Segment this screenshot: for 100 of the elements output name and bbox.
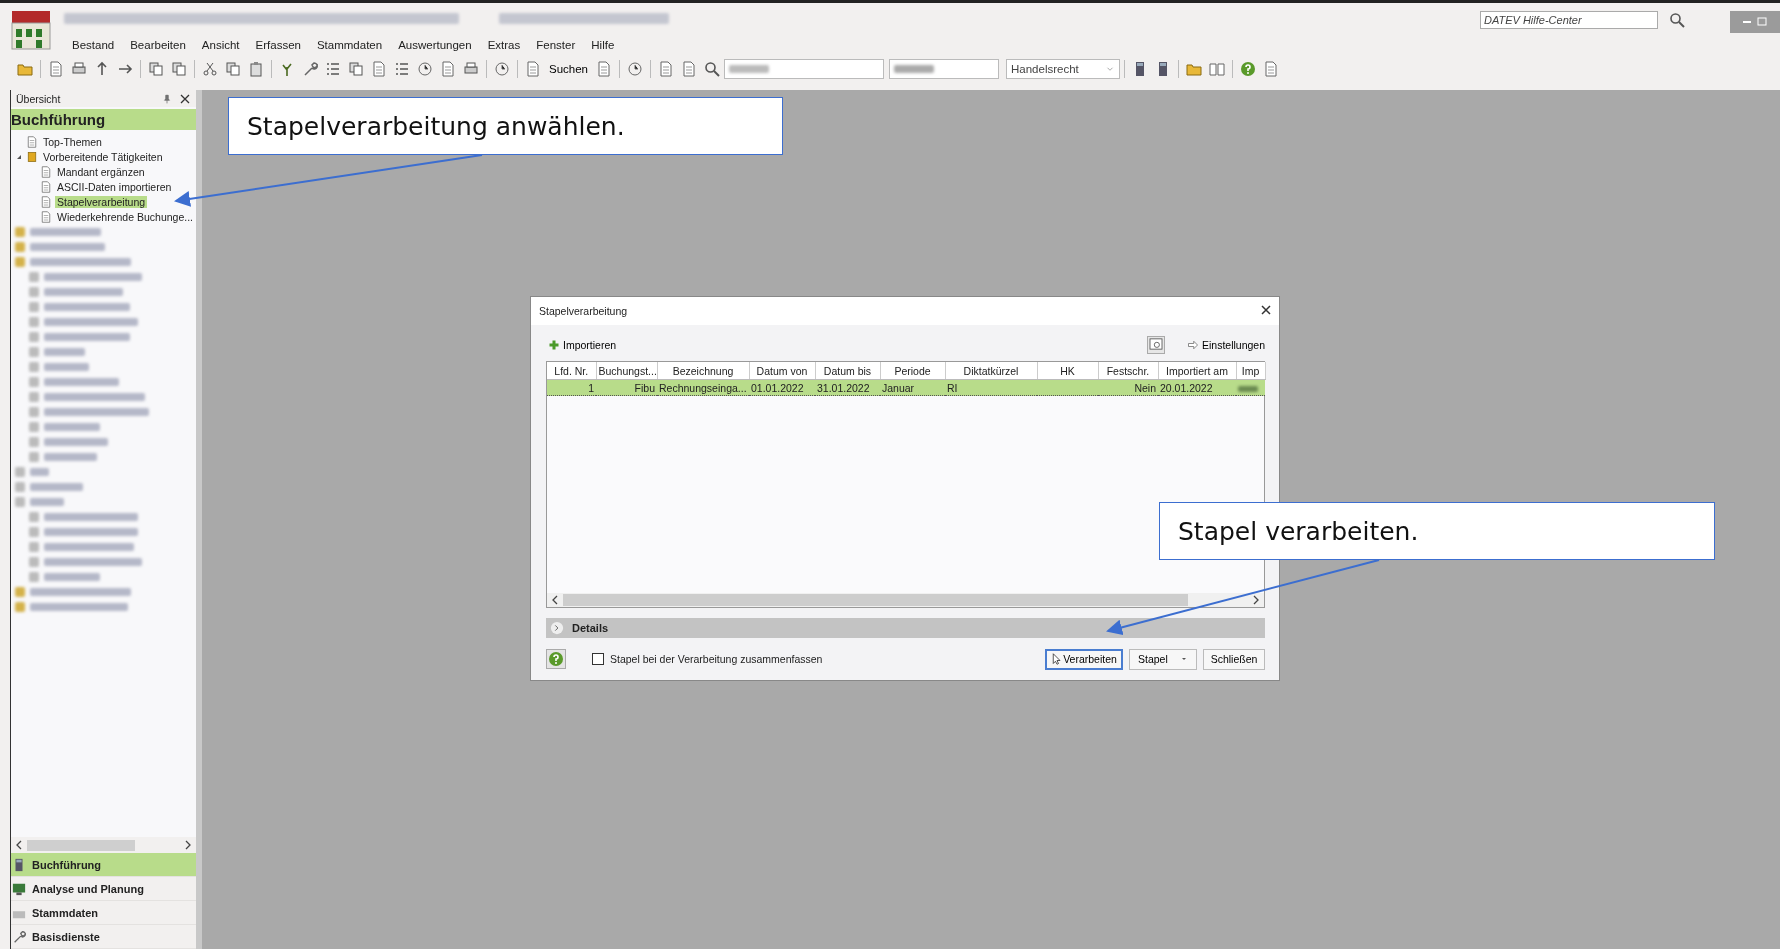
section-title: Buchführung — [11, 109, 196, 130]
menu-item[interactable]: Extras — [479, 37, 529, 53]
tree-item[interactable]: Stapelverarbeitung — [55, 195, 148, 208]
document-icon — [26, 135, 38, 148]
chevron-right-icon[interactable] — [550, 621, 564, 635]
details-label: Details — [572, 622, 609, 634]
blurred-text — [729, 65, 769, 73]
copy-icon[interactable] — [223, 59, 243, 79]
column-header[interactable]: HK — [1037, 362, 1098, 380]
clock-icon[interactable] — [625, 59, 645, 79]
blurred-text — [29, 331, 39, 342]
blurred-text — [30, 497, 64, 506]
navigation-item[interactable]: Analyse und Planung — [11, 877, 196, 901]
column-header[interactable]: Importiert am — [1158, 362, 1236, 380]
help-icon[interactable] — [1238, 59, 1258, 79]
blurred-text — [29, 316, 39, 327]
search-button[interactable] — [1667, 10, 1687, 30]
tree-item[interactable]: Mandant ergänzen — [55, 165, 147, 178]
dialog-button[interactable]: Verarbeiten — [1045, 648, 1123, 670]
menu-item[interactable]: Hilfe — [583, 37, 623, 53]
blurred-text — [29, 301, 39, 312]
dialog-button[interactable]: Stapel — [1129, 648, 1197, 670]
accounting-law-dropdown[interactable]: Handelsrecht — [1006, 59, 1120, 79]
blurred-text — [15, 586, 25, 597]
menu-item[interactable]: Ansicht — [193, 37, 248, 53]
table-cell: 31.01.2022 — [817, 381, 870, 394]
document-icon — [40, 210, 52, 223]
copy-icon[interactable] — [146, 59, 166, 79]
preview-button[interactable] — [1146, 336, 1165, 354]
scroll-right-button[interactable] — [184, 840, 192, 850]
menu-item[interactable]: Stammdaten — [308, 37, 391, 53]
document-icon — [40, 165, 52, 178]
navigation-item[interactable]: Basisdienste — [11, 925, 196, 949]
blurred-text — [29, 346, 39, 357]
blurred-text — [29, 571, 39, 582]
help-button[interactable] — [546, 649, 566, 669]
menu-item[interactable]: Auswertungen — [390, 37, 480, 53]
menu-item[interactable]: Bestand — [64, 37, 123, 53]
blurred-text — [29, 271, 39, 282]
scroll-right-button[interactable] — [1252, 595, 1260, 605]
column-header[interactable]: Datum von — [749, 362, 815, 380]
search-icon[interactable] — [702, 59, 722, 79]
blurred-text — [15, 226, 25, 237]
copy-icon[interactable] — [169, 59, 189, 79]
folder-icon — [26, 150, 38, 163]
copy-icon[interactable] — [346, 59, 366, 79]
scrollbar-thumb[interactable] — [27, 839, 135, 851]
table-cell: Nein — [1134, 381, 1156, 394]
restore-button[interactable] — [1757, 17, 1767, 27]
scroll-left-button[interactable] — [15, 840, 23, 850]
clock-icon[interactable] — [415, 59, 435, 79]
blurred-text — [29, 361, 39, 372]
column-header[interactable]: Diktatkürzel — [945, 362, 1037, 380]
help-search-field[interactable]: DATEV Hilfe-Center — [1480, 11, 1658, 29]
menu-item[interactable]: Fenster — [528, 37, 584, 53]
tree-item[interactable]: Wiederkehrende Buchunge... — [55, 210, 195, 223]
scroll-left-button[interactable] — [551, 595, 559, 605]
close-button[interactable] — [180, 94, 190, 104]
scrollbar-thumb[interactable] — [563, 594, 1188, 606]
blurred-dropdown[interactable] — [889, 59, 999, 79]
tree-item[interactable]: Top-Themen — [41, 135, 104, 148]
table-cell: RI — [947, 381, 958, 394]
blurred-text — [44, 572, 101, 581]
dialog-button[interactable]: Schließen — [1203, 648, 1265, 670]
table-cell: 01.01.2022 — [751, 381, 804, 394]
navigation-item[interactable]: Stammdaten — [11, 901, 196, 925]
menu-item[interactable]: Erfassen — [247, 37, 309, 53]
dropdown-caret-icon — [1180, 655, 1188, 663]
blurred-text — [29, 511, 39, 522]
cursor-icon — [1051, 652, 1064, 666]
table-cell: 20.01.2022 — [1160, 381, 1213, 394]
search-button[interactable]: Suchen — [545, 63, 592, 75]
blurred-text — [44, 362, 89, 371]
table-row[interactable]: 1 Fibu Rechnungseinga... 01.01.2022 31.01.2022 Januar RI Nein 20.01.2022 — [547, 379, 1265, 396]
import-button[interactable]: Importieren — [548, 339, 617, 351]
blurred-text — [15, 601, 25, 612]
column-header[interactable]: Lfd. Nr. — [547, 362, 596, 380]
clock-icon[interactable] — [492, 59, 512, 79]
menu-item[interactable]: Bearbeiten — [122, 37, 194, 53]
blurred-text — [44, 452, 97, 461]
blurred-text — [30, 227, 102, 236]
tree-item[interactable]: ASCII-Daten importieren — [55, 180, 174, 193]
blurred-text — [15, 466, 25, 477]
settings-button[interactable]: Einstellungen — [1186, 339, 1265, 351]
checkbox-label: Stapel bei der Verarbeitung zusammenfassen — [610, 653, 823, 665]
column-header[interactable]: Periode — [880, 362, 945, 380]
column-header[interactable]: Datum bis — [815, 362, 880, 380]
blurred-text — [29, 556, 39, 567]
column-header[interactable]: Buchungst... — [596, 362, 657, 380]
blurred-text — [15, 481, 25, 492]
close-button[interactable] — [1261, 305, 1271, 315]
column-header[interactable]: Imp — [1236, 362, 1265, 380]
wrench-icon — [12, 929, 26, 944]
column-header[interactable]: Festschr. — [1098, 362, 1158, 380]
tree-item[interactable]: Vorbereitende Tätigkeiten — [41, 150, 165, 163]
blurred-text — [29, 451, 39, 462]
checkbox[interactable] — [592, 653, 604, 665]
navigation-item[interactable]: Buchführung — [11, 853, 196, 877]
pin-icon — [162, 94, 172, 104]
column-header[interactable]: Bezeichnung — [657, 362, 749, 380]
